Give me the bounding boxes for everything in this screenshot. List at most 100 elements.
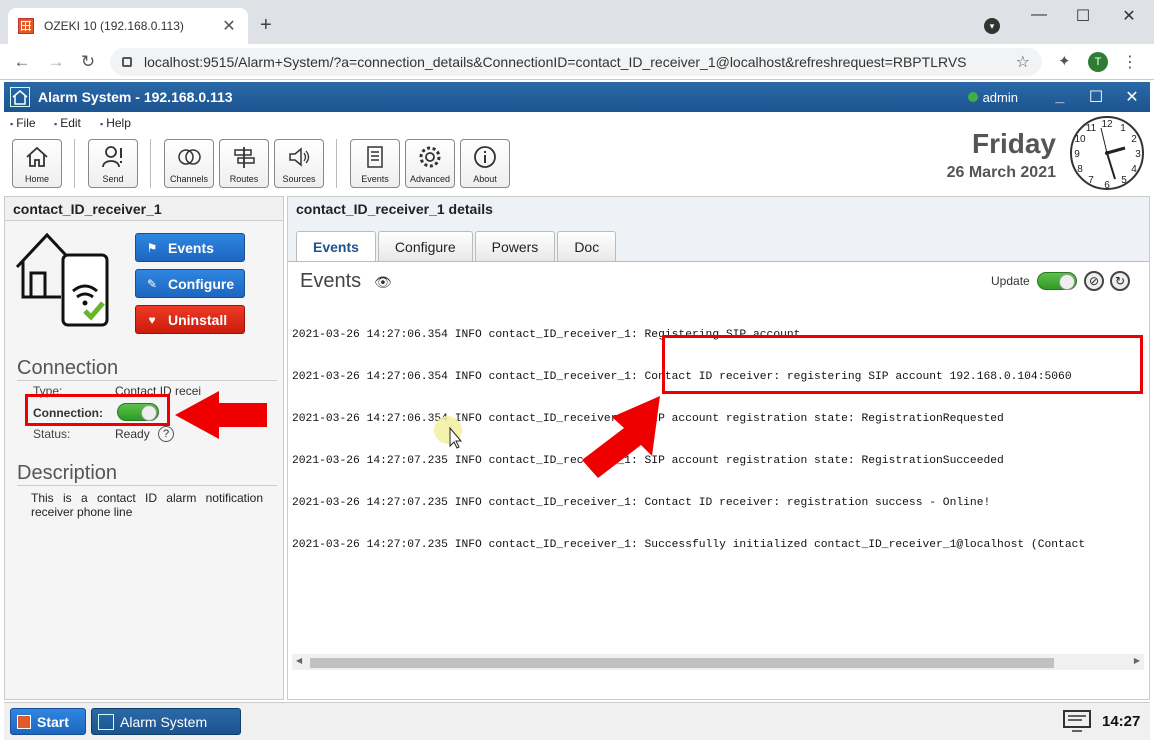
- browser-menu-icon[interactable]: ⋮: [1122, 52, 1138, 72]
- svg-text:1: 1: [1120, 123, 1126, 134]
- advanced-button[interactable]: Advanced: [405, 139, 455, 188]
- clear-log-icon[interactable]: ⊘: [1084, 271, 1104, 291]
- uninstall-button[interactable]: ♥ Uninstall: [135, 305, 245, 334]
- close-window-icon[interactable]: ✕: [1114, 6, 1144, 26]
- tab-events[interactable]: Events: [296, 231, 376, 262]
- tab-configure[interactable]: Configure: [377, 231, 473, 261]
- app-title: Alarm System - 192.168.0.113: [38, 89, 233, 105]
- events-button[interactable]: ⚑ Events: [135, 233, 245, 262]
- divider: [17, 485, 277, 486]
- new-tab-icon[interactable]: +: [260, 14, 272, 37]
- browser-tab-strip: OZEKI 10 (192.168.0.113) ✕ + ▾ — ☐ ✕: [0, 0, 1154, 44]
- app-close-icon[interactable]: ✕: [1114, 87, 1150, 107]
- home-label: Home: [24, 174, 49, 184]
- update-toggle[interactable]: [1037, 272, 1077, 290]
- toolbar-separator: [336, 139, 337, 188]
- app-menu-toolbar: File Edit Help Home Send Channels Routes…: [4, 112, 1150, 196]
- info-icon: [474, 146, 496, 168]
- advanced-label: Advanced: [409, 174, 451, 184]
- day-of-week: Friday: [971, 128, 1056, 159]
- gear-icon: [419, 146, 441, 168]
- broken-heart-icon: ♥: [148, 312, 156, 327]
- eye-icon[interactable]: 👁: [374, 274, 392, 291]
- uninstall-button-label: Uninstall: [168, 311, 228, 328]
- scroll-right-icon[interactable]: ▶: [1134, 656, 1140, 665]
- tab-search-icon[interactable]: ▾: [984, 18, 1000, 34]
- forward-icon[interactable]: →: [46, 52, 66, 72]
- events-toolbar-button[interactable]: Events: [350, 139, 400, 188]
- menu-edit[interactable]: Edit: [54, 116, 81, 130]
- log-line: 2021-03-26 14:27:07.235 INFO contact_ID_…: [292, 455, 1004, 467]
- refresh-icon[interactable]: ↻: [1110, 271, 1130, 291]
- profile-avatar[interactable]: T: [1088, 52, 1108, 72]
- status-value: Ready: [115, 427, 150, 441]
- connection-highlight-box: [25, 394, 170, 426]
- bookmark-star-icon[interactable]: ☆: [1016, 52, 1030, 72]
- help-icon[interactable]: ?: [158, 426, 174, 442]
- browser-tab-title: OZEKI 10 (192.168.0.113): [44, 19, 184, 33]
- taskbar-clock: 14:27: [1102, 713, 1141, 730]
- scroll-left-icon[interactable]: ◀: [296, 656, 302, 665]
- extensions-icon[interactable]: ✦: [1058, 52, 1071, 70]
- start-label: Start: [37, 713, 69, 730]
- app-maximize-icon[interactable]: ☐: [1078, 87, 1114, 107]
- url-text[interactable]: localhost:9515/Alarm+System/?a=connectio…: [144, 54, 1016, 70]
- routes-label: Routes: [229, 174, 259, 184]
- toolbar-separator: [74, 139, 75, 188]
- app-title-bar: Alarm System - 192.168.0.113 admin _ ☐ ✕: [4, 82, 1150, 112]
- details-tabs: Events Configure Powers Doc: [296, 231, 618, 262]
- monitor-icon[interactable]: [1062, 709, 1092, 733]
- menu-help[interactable]: Help: [100, 116, 131, 130]
- user-name[interactable]: admin: [983, 90, 1018, 105]
- svg-text:5: 5: [1121, 175, 1127, 186]
- channels-button[interactable]: Channels: [164, 139, 214, 188]
- red-arrow-left-icon: [175, 391, 267, 439]
- log-line: 2021-03-26 14:27:07.235 INFO contact_ID_…: [292, 497, 991, 509]
- home-button[interactable]: Home: [12, 139, 62, 188]
- configure-button[interactable]: ✎ Configure: [135, 269, 245, 298]
- routes-button[interactable]: Routes: [219, 139, 269, 188]
- analog-clock-icon: 12 12 345 678 91011: [1070, 116, 1144, 191]
- menu-file[interactable]: File: [10, 116, 35, 130]
- connection-name: contact_ID_receiver_1: [5, 197, 283, 221]
- status-label: Status:: [33, 427, 71, 441]
- send-button[interactable]: Send: [88, 139, 138, 188]
- tab-doc[interactable]: Doc: [557, 231, 617, 261]
- reload-icon[interactable]: ↻: [78, 52, 98, 72]
- app-minimize-icon[interactable]: _: [1042, 88, 1078, 106]
- taskbar: Start Alarm System 14:27: [4, 702, 1150, 740]
- list-icon: [367, 146, 383, 168]
- log-line: 2021-03-26 14:27:06.354 INFO contact_ID_…: [292, 413, 1004, 425]
- minimize-icon[interactable]: —: [1024, 6, 1054, 24]
- update-label: Update: [991, 274, 1030, 288]
- flag-icon: ⚑: [146, 240, 158, 255]
- svg-text:2: 2: [1131, 134, 1137, 145]
- online-status-icon: [967, 92, 978, 102]
- channels-label: Channels: [169, 174, 209, 184]
- maximize-icon[interactable]: ☐: [1068, 6, 1098, 26]
- svg-text:8: 8: [1077, 164, 1083, 175]
- start-button[interactable]: Start: [10, 708, 86, 735]
- tab-close-icon[interactable]: ✕: [220, 16, 238, 36]
- send-label: Send: [102, 174, 124, 184]
- taskbar-alarm-system[interactable]: Alarm System: [91, 708, 241, 735]
- about-button[interactable]: About: [460, 139, 510, 188]
- events-heading: Events: [300, 270, 362, 292]
- address-bar[interactable]: localhost:9515/Alarm+System/?a=connectio…: [110, 48, 1042, 76]
- tab-powers[interactable]: Powers: [474, 231, 556, 261]
- red-arrow-up-right-icon: [582, 396, 660, 478]
- scrollbar-thumb[interactable]: [310, 658, 1054, 668]
- taskbar-window-label: Alarm System: [120, 713, 208, 730]
- wrench-icon: ✎: [146, 276, 158, 291]
- connection-sidebar: contact_ID_receiver_1 ⚑ Events ✎ Configu…: [4, 196, 284, 700]
- svg-text:3: 3: [1135, 149, 1141, 160]
- sources-button[interactable]: Sources: [274, 139, 324, 188]
- sources-label: Sources: [282, 174, 316, 184]
- lock-icon[interactable]: [122, 57, 132, 67]
- events-toolbar-label: Events: [361, 174, 389, 184]
- description-text: This is a contact ID alarm notification …: [31, 491, 263, 519]
- log-highlight-box: [662, 335, 1143, 394]
- browser-tab[interactable]: OZEKI 10 (192.168.0.113) ✕: [8, 8, 248, 44]
- back-icon[interactable]: ←: [12, 52, 32, 72]
- horizontal-scrollbar[interactable]: ◀ ▶: [292, 654, 1144, 670]
